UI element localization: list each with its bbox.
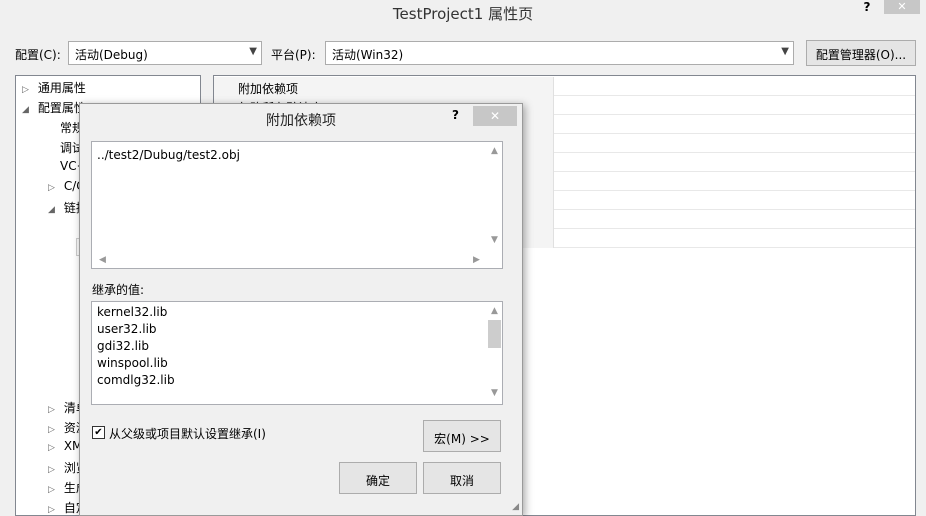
vertical-scrollbar[interactable]: ▲ ▼ [487,142,502,253]
scroll-thumb[interactable] [488,320,501,348]
list-item: comdlg32.lib [97,373,175,387]
tree-item-config-properties[interactable]: ◢ 配置属性 [22,99,86,119]
close-button[interactable]: ✕ [884,0,920,14]
grid-row[interactable]: 附加依赖项 [214,77,915,96]
cancel-button[interactable]: 取消 [423,462,501,494]
window-title-bar: TestProject1 属性页 ? ✕ [0,0,926,28]
expand-icon[interactable]: ▷ [48,505,60,515]
inherit-checkbox-label[interactable]: 从父级或项目默认设置继承(I) [109,425,266,442]
scroll-up-icon[interactable]: ▲ [487,146,502,156]
platform-select[interactable]: 活动(Win32) ▼ [325,41,794,65]
list-item: winspool.lib [97,356,168,370]
collapse-icon[interactable]: ◢ [48,205,60,215]
config-label: 配置(C): [15,48,61,62]
window-title: TestProject1 属性页 [392,5,534,23]
platform-select-value: 活动(Win32) [332,48,404,62]
inherited-values-label: 继承的值: [92,283,145,297]
dialog-help-button[interactable]: ? [452,108,459,122]
horizontal-scrollbar[interactable]: ◀ ▶ [92,253,487,268]
expand-icon[interactable]: ▷ [48,183,60,193]
inherit-checkbox[interactable]: ✔ [92,426,105,439]
config-select[interactable]: 活动(Debug) ▼ [68,41,262,65]
config-select-value: 活动(Debug) [75,48,148,62]
expand-icon[interactable]: ▷ [48,405,60,415]
list-item: kernel32.lib [97,305,168,319]
collapse-icon[interactable]: ◢ [22,105,34,115]
tree-item-xml[interactable]: ▷ XM [48,439,82,459]
additional-dependencies-dialog: 附加依赖项 ? ✕ ../test2/Dubug/test2.obj ▲ ▼ ◀… [79,103,523,516]
tree-item-label: 通用属性 [37,81,86,95]
tree-item-common-properties[interactable]: ▷ 通用属性 [22,79,86,99]
platform-label: 平台(P): [271,48,316,62]
list-item: gdi32.lib [97,339,149,353]
dependencies-textarea[interactable]: ../test2/Dubug/test2.obj ▲ ▼ ◀ ▶ [91,141,503,269]
scroll-right-icon[interactable]: ▶ [469,255,484,265]
expand-icon[interactable]: ▷ [22,85,34,95]
vertical-scrollbar[interactable]: ▲ ▼ [487,302,502,404]
scroll-left-icon[interactable]: ◀ [95,255,110,265]
dialog-close-button[interactable]: ✕ [473,106,517,126]
macro-button[interactable]: 宏(M) >> [423,420,501,452]
expand-icon[interactable]: ▷ [48,485,60,495]
scroll-down-icon[interactable]: ▼ [487,235,502,245]
chevron-down-icon: ▼ [781,46,789,57]
property-name: 附加依赖项 [214,77,554,96]
dependencies-text: ../test2/Dubug/test2.obj [97,148,240,162]
config-manager-button[interactable]: 配置管理器(O)... [806,40,916,66]
ok-button[interactable]: 确定 [339,462,417,494]
help-button[interactable]: ? [858,0,876,14]
scroll-down-icon[interactable]: ▼ [487,388,502,398]
chevron-down-icon: ▼ [249,46,257,57]
expand-icon[interactable]: ▷ [48,443,60,453]
expand-icon[interactable]: ▷ [48,425,60,435]
inherited-values-list[interactable]: kernel32.lib user32.lib gdi32.lib winspo… [91,301,503,405]
scroll-up-icon[interactable]: ▲ [487,306,502,316]
resize-grip-icon[interactable]: ◢ [512,502,519,512]
list-item: user32.lib [97,322,157,336]
expand-icon[interactable]: ▷ [48,465,60,475]
